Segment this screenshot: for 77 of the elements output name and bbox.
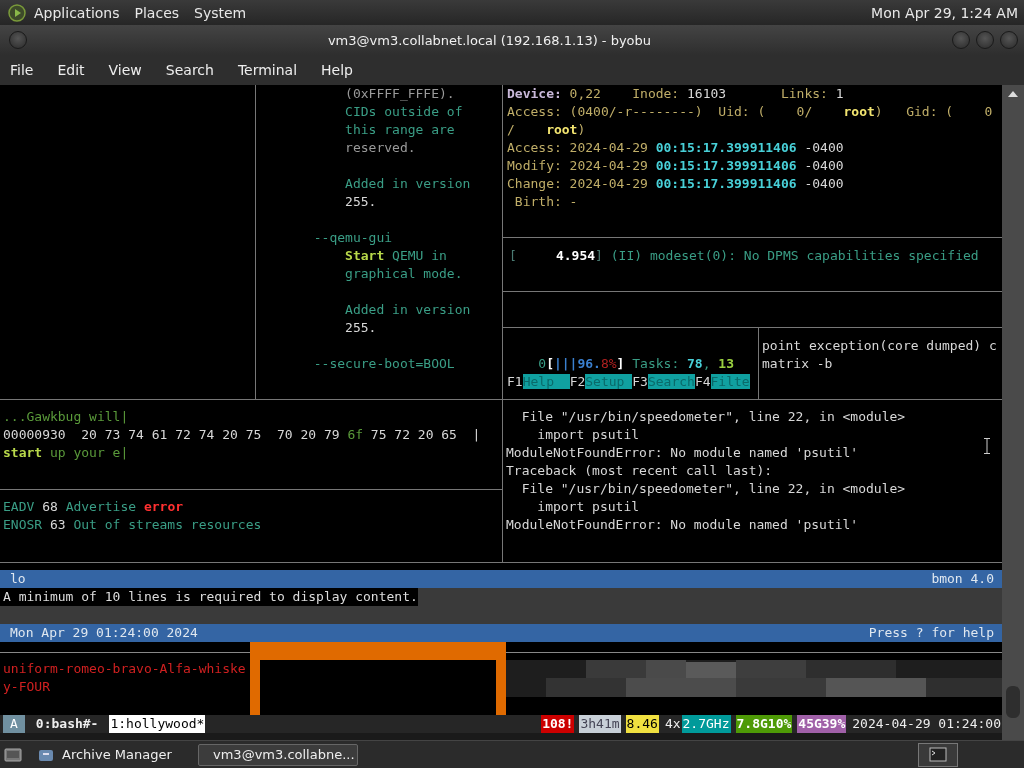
taskbar-button[interactable]: Archive Manager	[32, 743, 192, 766]
terminal-line: ModuleNotFoundError: No module named 'psutil'	[506, 444, 859, 462]
menu-item[interactable]: Edit	[57, 62, 85, 78]
status-item: 108!	[541, 715, 575, 733]
bmon-message: A minimum of 10 lines is required to display content.	[0, 588, 418, 606]
terminal-line: import psutil	[536, 426, 640, 444]
terminal-line: File "/usr/bin/speedometer", line 22, in <module>	[520, 480, 906, 498]
terminal-line: Change: 2024-04-29 00:15:17.399911406 -0400	[507, 175, 844, 193]
window-tab[interactable]: 0:bash#-	[34, 715, 100, 733]
menu-item[interactable]: Search	[165, 62, 214, 78]
terminal-line: y-FOUR	[3, 678, 50, 696]
help-hint: Press ? for help	[868, 624, 994, 642]
desktop-icon[interactable]	[4, 746, 22, 763]
terminal-line: Access: (0400/-r--------) Uid: ( 0/ root) Gid: ( 0	[507, 103, 993, 121]
panel-menu[interactable]: Applications	[34, 4, 120, 21]
terminal-line: uniform-romeo-bravo-Alfa-whiske	[3, 660, 246, 678]
terminal-icon[interactable]	[918, 742, 958, 767]
terminal-line: Added in version	[344, 301, 471, 319]
terminal-line: graphical mode.	[344, 265, 463, 283]
terminal-line: Added in version	[344, 175, 471, 193]
terminal-line: / root)	[507, 121, 586, 139]
panel-menu[interactable]: Places	[134, 4, 180, 21]
terminal-line: --qemu-gui	[312, 229, 393, 247]
terminal-line: 255.	[344, 193, 377, 211]
status-item: 45G39%	[797, 715, 847, 733]
terminal-line: Birth: -	[513, 193, 578, 211]
terminal-line: CIDs outside of	[344, 103, 463, 121]
terminal-line: start up your e|	[3, 444, 129, 462]
maximize-button[interactable]	[976, 31, 994, 49]
panel-clock[interactable]: Mon Apr 29, 1:24 AM	[871, 4, 1018, 21]
status-item: 2.7GHz	[681, 715, 731, 733]
status-item: 7.8G10%	[735, 715, 793, 733]
menu-item[interactable]: Help	[321, 62, 353, 78]
menu-item[interactable]: File	[10, 62, 34, 78]
status-item: 4x	[663, 715, 682, 733]
bmon-date: Mon Apr 29 01:24:00 2024	[10, 624, 198, 642]
terminal-line: --secure-boot=BOOL	[312, 355, 455, 373]
terminal-line: Modify: 2024-04-29 00:15:17.399911406 -0400	[507, 157, 844, 175]
terminal-line: Traceback (most recent call last):	[506, 462, 773, 480]
terminal-line: Device: 0,22 Inode: 16103 Links: 1	[507, 85, 844, 103]
text-cursor-icon	[984, 438, 990, 454]
terminal-line: ModuleNotFoundError: No module named 'psutil'	[506, 516, 859, 534]
session-label: A	[3, 715, 25, 733]
window-menu-button[interactable]	[9, 31, 27, 49]
interface-name: lo	[10, 570, 26, 588]
taskbar-button[interactable]: vm3@vm3.collabne...	[198, 743, 358, 766]
status-item: 8.46	[625, 715, 659, 733]
terminal-line: EADV 68 Advertise error	[3, 498, 184, 516]
terminal-line: [ 4.954] (II) modeset(0): No DPMS capabilities specified	[509, 247, 979, 265]
bmon-version: bmon 4.0	[931, 570, 994, 588]
scrollbar[interactable]	[1002, 85, 1024, 740]
terminal-line: Start QEMU in	[344, 247, 447, 265]
menu-item[interactable]: View	[108, 62, 142, 78]
window-tab[interactable]: 1:hollywood*	[109, 715, 206, 733]
terminal-line: this range are	[344, 121, 455, 139]
menu-logo-icon[interactable]	[8, 3, 26, 22]
minimize-button[interactable]	[952, 31, 970, 49]
scroll-thumb[interactable]	[1006, 686, 1020, 718]
terminal-line: File "/usr/bin/speedometer", line 22, in <module>	[520, 408, 906, 426]
terminal-line: (0xFFFF_FFFE).	[344, 85, 455, 103]
terminal-line: import psutil	[536, 498, 640, 516]
status-item: 2024-04-29 01:24:00	[851, 715, 1002, 733]
scroll-up-icon[interactable]	[1008, 91, 1018, 97]
status-item: 3h41m	[579, 715, 621, 733]
terminal-line: ...Gawkbug will|	[3, 408, 129, 426]
terminal-line: ENOSR 63 Out of streams resources	[3, 516, 262, 534]
terminal-line: Access: 2024-04-29 00:15:17.399911406 -0400	[507, 139, 844, 157]
terminal-line: reserved.	[344, 139, 416, 157]
window-title: vm3@vm3.collabnet.local (192.168.1.13) - byobu	[326, 32, 653, 48]
terminal-line: 00000930 20 73 74 61 72 74 20 75 70 20 79 6f 75 72 20 65 |	[3, 426, 481, 444]
terminal-line: point exception(core dumped) c	[762, 337, 997, 355]
close-button[interactable]	[1000, 31, 1018, 49]
terminal-line: matrix -b	[762, 355, 833, 373]
panel-menu[interactable]: System	[194, 4, 247, 21]
terminal-line: 255.	[344, 319, 377, 337]
terminal-line: 0[|||96.8%] Tasks: 78, 13	[537, 355, 734, 373]
menu-item[interactable]: Terminal	[237, 62, 298, 78]
